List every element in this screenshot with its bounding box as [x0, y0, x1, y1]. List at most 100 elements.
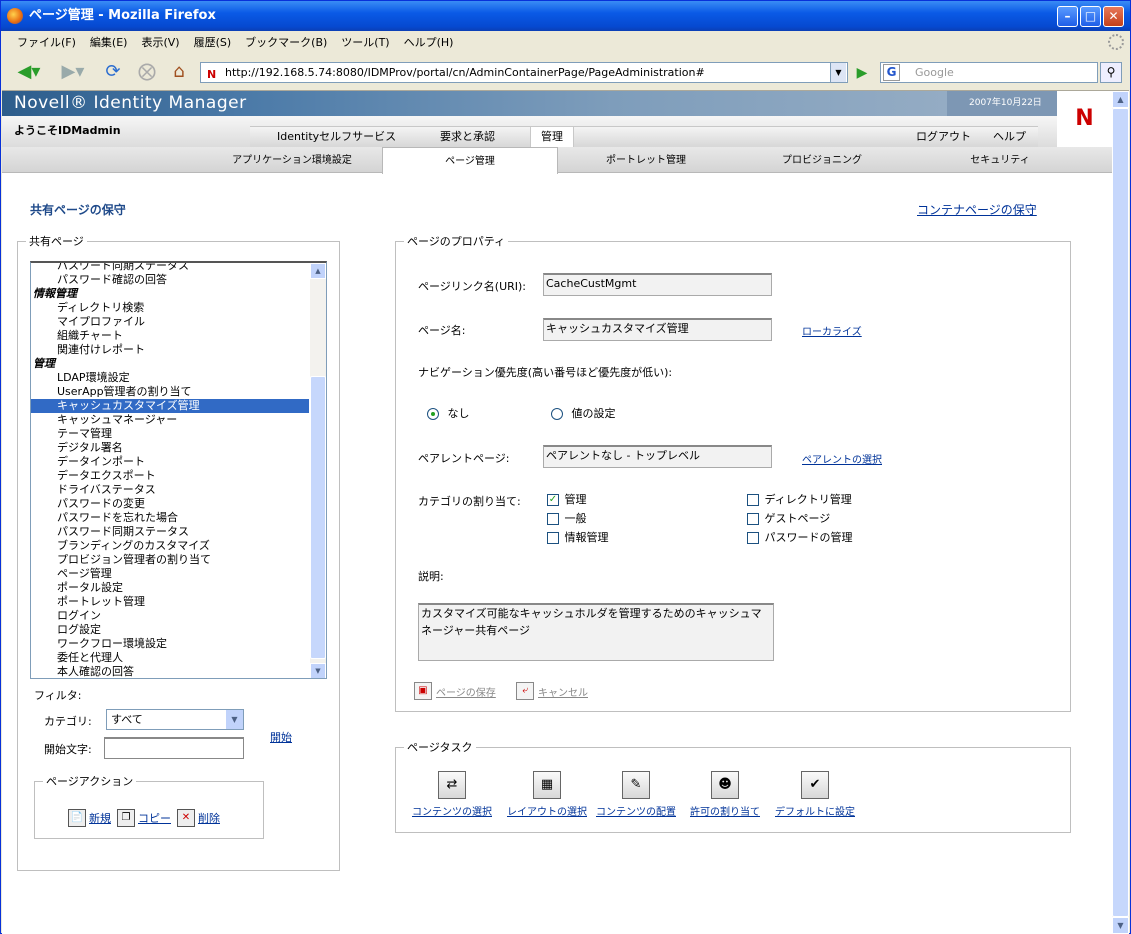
select-content-icon[interactable]: ⇄ [438, 771, 466, 799]
save-page-button[interactable]: ▣ ページの保存 [414, 682, 496, 700]
set-default-link[interactable]: デフォルトに設定 [775, 807, 855, 818]
list-item[interactable]: パスワード同期ステータス [31, 263, 309, 273]
category-general-checkbox[interactable]: 一般 [547, 510, 587, 526]
cancel-button[interactable]: ⤶ キャンセル [516, 682, 588, 700]
list-item[interactable]: データエクスポート [31, 469, 309, 483]
menu-bookmarks[interactable]: ブックマーク(B) [238, 34, 334, 50]
checkbox-icon[interactable] [547, 532, 559, 544]
radio-none-row[interactable]: なし [427, 405, 470, 421]
menu-file[interactable]: ファイル(F) [10, 34, 83, 50]
new-button[interactable]: 新規 [89, 810, 111, 826]
chevron-down-icon[interactable]: ▼ [226, 710, 243, 729]
search-input[interactable]: G Google [880, 62, 1098, 83]
maximize-button[interactable]: □ [1080, 6, 1101, 27]
logout-link[interactable]: ログアウト [916, 127, 971, 148]
list-item[interactable]: データインポート [31, 455, 309, 469]
list-item[interactable]: LDAP環境設定 [31, 371, 309, 385]
shared-pages-list[interactable]: パスワード同期ステータス パスワード確認の回答 情報管理 ディレクトリ検索 マイプロファ… [30, 261, 327, 679]
tab-security[interactable]: セキュリティ [910, 147, 1090, 173]
start-link[interactable]: 開始 [270, 729, 292, 745]
arrange-content-link[interactable]: コンテンツの配置 [596, 807, 676, 818]
description-textarea[interactable]: カスタマイズ可能なキャッシュホルダを管理するためのキャッシュマネージャー共有ペー… [418, 603, 774, 661]
page-scroll-down-icon[interactable]: ▼ [1112, 917, 1129, 934]
menu-history[interactable]: 履歴(S) [187, 34, 239, 50]
tab-admin[interactable]: 管理 [530, 127, 574, 148]
parent-page-input[interactable]: ペアレントなし - トップレベル [543, 445, 772, 468]
list-item[interactable]: ドライバステータス [31, 483, 309, 497]
menu-tools[interactable]: ツール(T) [334, 34, 396, 50]
uri-input[interactable]: CacheCustMgmt [543, 273, 772, 296]
url-dropdown-icon[interactable]: ▼ [830, 63, 846, 82]
container-page-link[interactable]: コンテナページの保守 [917, 201, 1037, 218]
assign-permissions-link[interactable]: 許可の割り当て [690, 807, 760, 818]
category-directory-checkbox[interactable]: ディレクトリ管理 [747, 491, 852, 507]
localize-link[interactable]: ローカライズ [802, 323, 862, 338]
list-item[interactable]: パスワードの変更 [31, 497, 309, 511]
tab-page-admin[interactable]: ページ管理 [382, 147, 558, 174]
category-admin-checkbox[interactable]: ✓ 管理 [547, 491, 587, 507]
tab-provisioning[interactable]: プロビジョニング [734, 147, 910, 173]
new-page-icon[interactable]: 📄 [68, 809, 86, 827]
checkbox-checked-icon[interactable]: ✓ [547, 494, 559, 506]
close-button[interactable]: ✕ [1103, 6, 1124, 27]
select-layout-link[interactable]: レイアウトの選択 [507, 807, 587, 818]
url-bar[interactable]: N http://192.168.5.74:8080/IDMProv/porta… [200, 62, 848, 83]
task-select-content[interactable]: ⇄ コンテンツの選択 [412, 771, 492, 818]
minimize-button[interactable]: – [1057, 6, 1078, 27]
select-parent-link[interactable]: ペアレントの選択 [802, 451, 882, 466]
forward-icon[interactable]: ▶▾ [54, 60, 92, 84]
scroll-up-icon[interactable]: ▲ [310, 263, 326, 279]
google-engine-icon[interactable]: G [883, 64, 900, 81]
copy-button[interactable]: コピー [138, 810, 171, 826]
category-password-checkbox[interactable]: パスワードの管理 [747, 529, 853, 545]
menu-help[interactable]: ヘルプ(H) [397, 34, 461, 50]
page-scroll-thumb[interactable] [1112, 108, 1129, 917]
list-item[interactable]: 関連付けレポート [31, 343, 309, 357]
start-char-input[interactable] [104, 737, 244, 759]
page-scrollbar[interactable]: ▲ ▼ [1112, 91, 1129, 934]
list-item[interactable]: ポートレット管理 [31, 595, 309, 609]
list-item[interactable]: キャッシュマネージャー [31, 413, 309, 427]
task-assign-permissions[interactable]: ☻ 許可の割り当て [690, 771, 760, 818]
category-guest-checkbox[interactable]: ゲストページ [747, 510, 830, 526]
delete-icon[interactable]: ✕ [177, 809, 195, 827]
list-item[interactable]: キャッシュカスタマイズ管理 [31, 399, 309, 413]
go-icon[interactable]: ▶ [852, 63, 872, 83]
radio-none[interactable] [427, 408, 439, 420]
copy-icon[interactable]: ❐ [117, 809, 135, 827]
list-item[interactable]: パスワード同期ステータス [31, 525, 309, 539]
list-item[interactable]: 委任と代理人 [31, 651, 309, 665]
tab-requests[interactable]: 要求と承認 [440, 127, 495, 148]
list-item[interactable]: プロビジョン管理者の割り当て [31, 553, 309, 567]
help-link[interactable]: ヘルプ [993, 127, 1026, 148]
search-icon[interactable]: ⚲ [1100, 62, 1122, 83]
page-name-input[interactable]: キャッシュカスタマイズ管理 [543, 318, 772, 341]
arrange-content-icon[interactable]: ✎ [622, 771, 650, 799]
users-icon[interactable]: ☻ [711, 771, 739, 799]
task-arrange-content[interactable]: ✎ コンテンツの配置 [596, 771, 676, 818]
category-info-checkbox[interactable]: 情報管理 [547, 529, 609, 545]
list-item[interactable]: テーマ管理 [31, 427, 309, 441]
list-item[interactable]: ログイン [31, 609, 309, 623]
stop-icon[interactable]: ⨂ [134, 60, 160, 84]
list-item[interactable]: パスワードを忘れた場合 [31, 511, 309, 525]
checkbox-icon[interactable] [547, 513, 559, 525]
back-icon[interactable]: ◀▾ [10, 60, 48, 84]
list-item[interactable]: パスワード確認の回答 [31, 273, 309, 287]
category-select[interactable]: すべて ▼ [106, 709, 244, 730]
list-item[interactable]: デジタル署名 [31, 441, 309, 455]
list-scroll-thumb[interactable] [310, 376, 326, 659]
list-item[interactable]: ログ設定 [31, 623, 309, 637]
page-scroll-up-icon[interactable]: ▲ [1112, 91, 1129, 108]
home-icon[interactable]: ⌂ [166, 60, 192, 84]
tab-portlet-admin[interactable]: ポートレット管理 [558, 147, 734, 173]
checkbox-icon[interactable] [747, 513, 759, 525]
list-item[interactable]: ポータル設定 [31, 581, 309, 595]
checkbox-icon[interactable] [747, 494, 759, 506]
list-item[interactable]: UserApp管理者の割り当て [31, 385, 309, 399]
list-scrollbar[interactable]: ▲ ▼ [310, 263, 326, 678]
task-set-default[interactable]: ✔ デフォルトに設定 [775, 771, 855, 818]
list-item[interactable]: マイプロファイル [31, 315, 309, 329]
task-select-layout[interactable]: ▦ レイアウトの選択 [507, 771, 587, 818]
radio-set-value[interactable] [551, 408, 563, 420]
